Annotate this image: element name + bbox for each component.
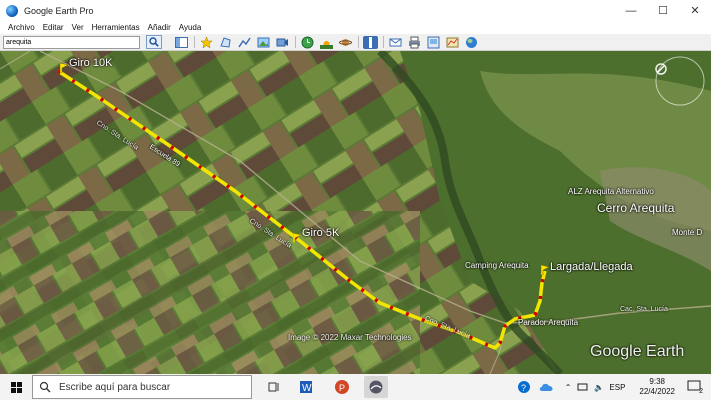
poi-label-parador[interactable]: Parador Arequita xyxy=(518,318,578,327)
search-button[interactable] xyxy=(146,35,162,49)
toolbar-separator xyxy=(194,36,195,48)
menu-editar[interactable]: Editar xyxy=(43,23,64,32)
placemark-label-giro-10k[interactable]: Giro 10K xyxy=(69,57,112,69)
image-credit: Image © 2022 Maxar Technologies xyxy=(288,333,412,342)
clock-time: 9:38 xyxy=(649,377,665,386)
toolbar-separator xyxy=(295,36,296,48)
sidebar-toggle-button[interactable] xyxy=(174,36,189,49)
windows-taskbar: Escribe aquí para buscar W P ? ⌃ 🔈 ESP 9… xyxy=(0,374,711,400)
saturn-icon xyxy=(339,38,352,46)
historical-imagery-button[interactable] xyxy=(300,36,315,49)
placemark-label-giro-5k[interactable]: Giro 5K xyxy=(302,227,339,239)
poi-label-camping[interactable]: Camping Arequita xyxy=(465,261,529,270)
email-icon xyxy=(389,38,402,46)
powerpoint-icon: P xyxy=(335,380,349,394)
place-label-monte: Monte D xyxy=(672,228,703,237)
menu-herramientas[interactable]: Herramientas xyxy=(92,23,140,32)
title-bar: Google Earth Pro — ☐ ✕ xyxy=(0,0,711,21)
printer-icon xyxy=(409,36,420,48)
speaker-icon[interactable]: 🔈 xyxy=(594,383,604,392)
search-icon xyxy=(149,37,159,47)
polygon-icon xyxy=(220,36,231,48)
place-label-alz: ALZ Arequita Alternativo xyxy=(568,187,654,196)
cloud-icon[interactable] xyxy=(539,381,555,393)
google-earth-app-button[interactable] xyxy=(364,376,388,398)
task-view-button[interactable] xyxy=(262,376,286,398)
language-indicator[interactable]: ESP xyxy=(609,383,625,392)
place-label-cerro: Cerro Arequita xyxy=(597,201,675,215)
email-button[interactable] xyxy=(388,36,403,49)
svg-text:W: W xyxy=(302,383,312,394)
placemark-pin-icon[interactable] xyxy=(541,265,549,275)
toolbar-separator xyxy=(358,36,359,48)
sidebar-icon xyxy=(175,36,188,48)
google-earth-icon xyxy=(369,380,383,394)
maximize-button[interactable]: ☐ xyxy=(647,0,679,21)
menu-ayuda[interactable]: Ayuda xyxy=(179,23,202,32)
task-view-icon xyxy=(268,382,279,392)
placemark-pin-icon[interactable] xyxy=(60,63,68,73)
word-app-button[interactable]: W xyxy=(296,376,320,398)
placemark-pin-icon[interactable] xyxy=(293,233,301,243)
add-polygon-button[interactable] xyxy=(218,36,233,49)
window-title: Google Earth Pro xyxy=(24,5,94,16)
svg-text:?: ? xyxy=(521,383,526,393)
tour-camera-icon xyxy=(276,38,288,46)
chevron-up-icon[interactable]: ⌃ xyxy=(565,383,572,392)
sun-icon xyxy=(320,40,333,49)
placemark-icon xyxy=(200,35,213,49)
windows-logo-icon xyxy=(10,381,22,393)
clock[interactable]: 9:38 22/4/2022 xyxy=(639,377,675,397)
close-button[interactable]: ✕ xyxy=(679,0,711,21)
taskbar-search-box[interactable]: Escribe aquí para buscar xyxy=(32,375,252,399)
print-button[interactable] xyxy=(407,36,422,49)
start-button[interactable] xyxy=(0,374,32,400)
planets-button[interactable] xyxy=(338,36,353,49)
search-icon xyxy=(39,381,51,393)
menu-archivo[interactable]: Archivo xyxy=(8,23,35,32)
word-icon: W xyxy=(300,381,312,394)
road-label-4: Cac. Sta. Lucía xyxy=(620,306,668,313)
placemark-label-largada[interactable]: Largada/Llegada xyxy=(550,261,633,273)
sunlight-button[interactable] xyxy=(319,36,334,49)
globe-icon xyxy=(466,36,477,48)
toolbar-separator xyxy=(383,36,384,48)
menu-anadir[interactable]: Añadir xyxy=(148,23,171,32)
google-earth-watermark: Google Earth xyxy=(590,343,685,360)
svg-text:P: P xyxy=(339,383,345,393)
add-path-button[interactable] xyxy=(237,36,252,49)
image-overlay-icon xyxy=(257,37,270,47)
map-icon xyxy=(446,37,459,47)
window-controls: — ☐ ✕ xyxy=(615,0,711,21)
network-icon[interactable] xyxy=(577,382,589,392)
add-placemark-button[interactable] xyxy=(199,35,214,49)
menu-bar: Archivo Editar Ver Herramientas Añadir A… xyxy=(0,21,711,34)
menu-ver[interactable]: Ver xyxy=(72,23,84,32)
system-tray: ? ⌃ 🔈 ESP 9:38 22/4/2022 2 xyxy=(517,374,711,400)
map-view[interactable]: Giro 10K Giro 5K Largada/Llegada Camping… xyxy=(0,51,711,374)
notification-count: 2 xyxy=(699,388,703,395)
taskbar-search-placeholder: Escribe aquí para buscar xyxy=(59,381,171,393)
ruler-button[interactable] xyxy=(363,35,378,49)
save-image-icon xyxy=(427,36,440,48)
add-image-overlay-button[interactable] xyxy=(256,36,271,49)
google-earth-logo-icon xyxy=(6,4,18,17)
minimize-button[interactable]: — xyxy=(615,0,647,21)
search-input[interactable]: arequita xyxy=(3,35,140,49)
clock-date: 22/4/2022 xyxy=(639,387,675,396)
earth-gallery-button[interactable] xyxy=(464,36,479,49)
clock-globe-icon xyxy=(301,36,314,48)
path-icon xyxy=(238,37,251,47)
save-image-button[interactable] xyxy=(426,36,441,49)
toolbar: arequita xyxy=(0,34,711,51)
view-in-maps-button[interactable] xyxy=(445,36,460,49)
powerpoint-app-button[interactable]: P xyxy=(330,376,354,398)
notification-center-button[interactable]: 2 xyxy=(687,380,703,395)
ruler-icon xyxy=(369,36,372,48)
help-icon[interactable]: ? xyxy=(517,380,531,394)
record-tour-button[interactable] xyxy=(275,36,290,49)
